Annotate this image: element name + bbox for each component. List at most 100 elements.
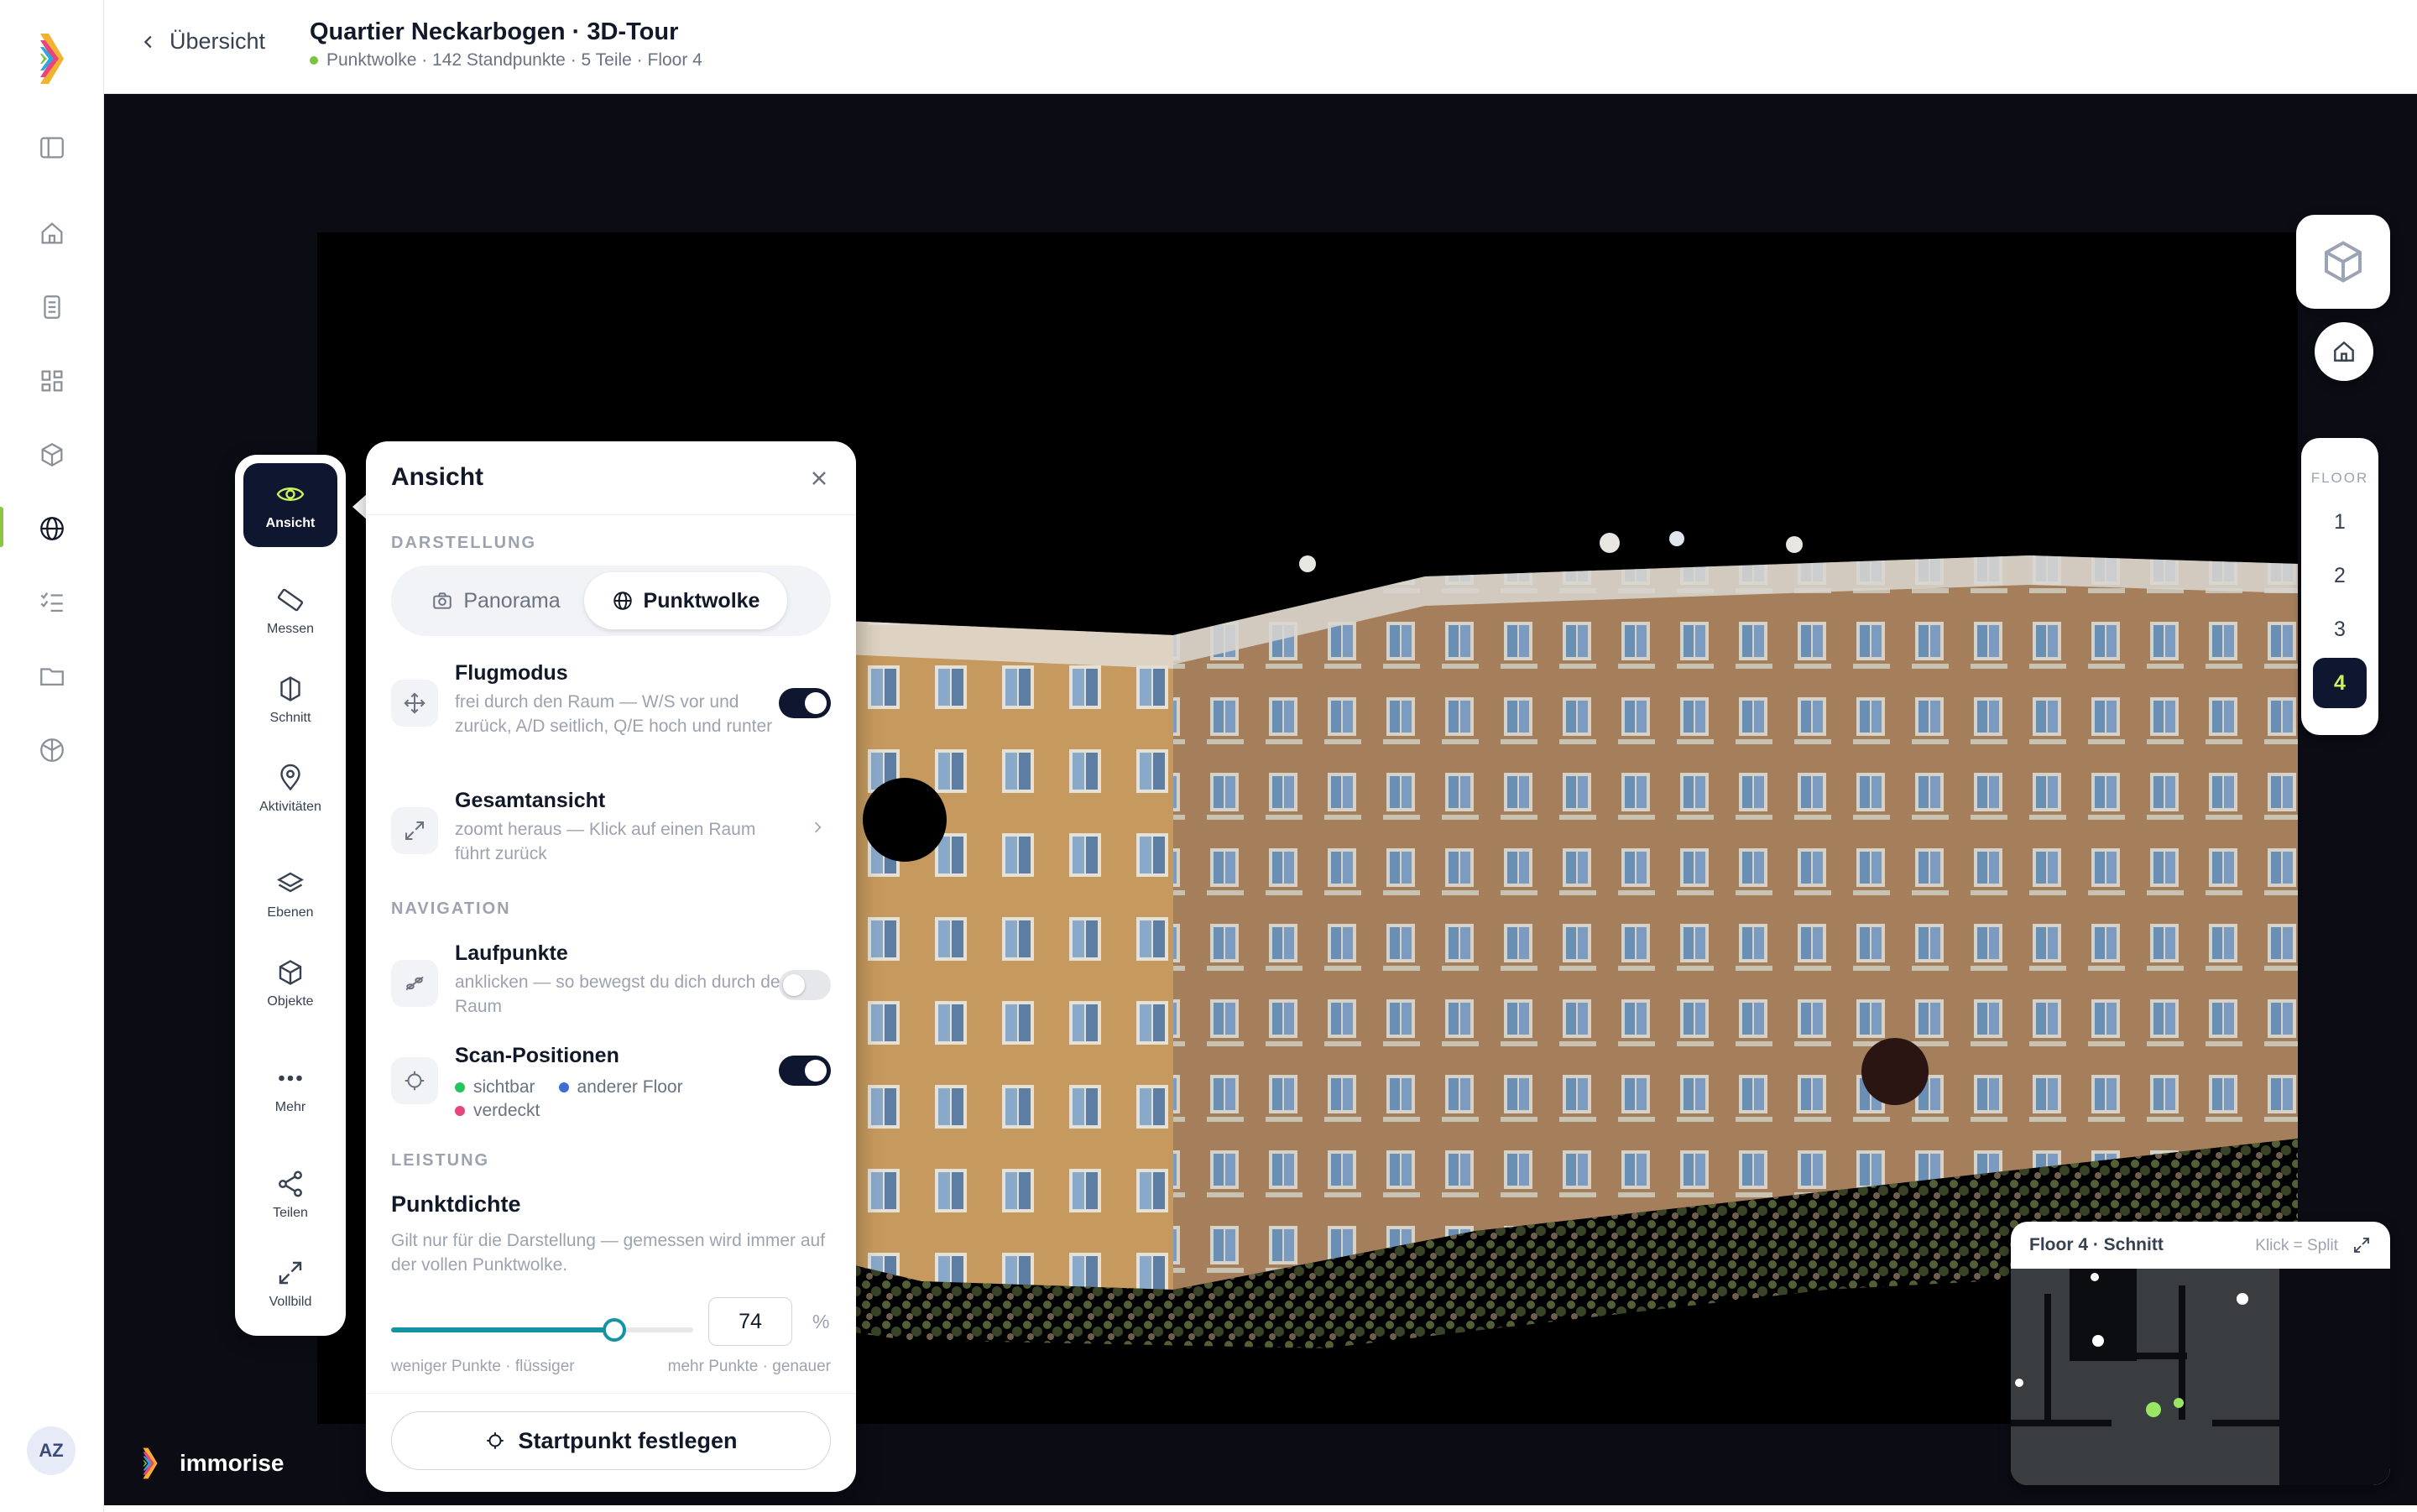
viewer-3d[interactable]: Ansicht Messen Schnitt Aktivitäten Ebene…	[104, 94, 2417, 1505]
startpunkt-button[interactable]: Startpunkt festlegen	[391, 1411, 831, 1470]
layers-icon	[277, 872, 304, 893]
scan-positionen-row: Scan-Positionen sichtbar anderer Floor v…	[391, 1044, 831, 1136]
seg-panorama[interactable]: Panorama	[398, 572, 594, 629]
gesamtansicht-title: Gesamtansicht	[455, 789, 606, 812]
tool-ansicht[interactable]: Ansicht	[243, 463, 337, 547]
legend-row: sichtbar anderer Floor	[455, 1077, 683, 1098]
legend-hidden: verdeckt	[473, 1101, 540, 1120]
floor-1[interactable]: 1	[2313, 497, 2367, 547]
home-icon[interactable]	[30, 211, 74, 255]
legend-dot-visible	[455, 1082, 465, 1092]
status-dot	[310, 56, 318, 65]
close-button[interactable]	[807, 467, 831, 490]
tool-label: Vollbild	[269, 1295, 312, 1309]
folder-icon[interactable]	[30, 654, 74, 698]
legend-dot-other-floor	[558, 1082, 569, 1092]
tool-objekte[interactable]: Objekte	[243, 941, 337, 1025]
brand-name: immorise	[180, 1450, 285, 1476]
gesamtansicht-row[interactable]: Gesamtansicht zoomt heraus — Klick auf e…	[391, 789, 831, 873]
floor-2[interactable]: 2	[2313, 550, 2367, 601]
tool-vollbild[interactable]: Vollbild	[243, 1242, 337, 1326]
move-icon	[391, 680, 438, 727]
slider-thumb[interactable]	[603, 1318, 627, 1342]
brand-logo-icon[interactable]	[37, 34, 67, 84]
seg-punktwolke-label: Punktwolke	[643, 588, 760, 613]
ansicht-panel: Ansicht DARSTELLUNG Panorama Punktwolke …	[366, 441, 856, 1492]
legend-row: verdeckt	[455, 1101, 540, 1121]
gesamtansicht-desc: zoomt heraus — Klick auf einen Raum führ…	[455, 820, 756, 863]
box-icon	[279, 960, 302, 985]
camera-icon	[433, 592, 452, 609]
tool-mehr[interactable]: Mehr	[243, 1047, 337, 1131]
ruler-icon	[277, 588, 304, 612]
chevron-right-icon	[809, 819, 826, 836]
share-icon	[279, 1170, 302, 1197]
tool-schnitt[interactable]: Schnitt	[243, 658, 337, 742]
chevron-left-icon	[144, 35, 152, 48]
punktdichte-input[interactable]: 74	[708, 1297, 792, 1346]
expand-icon	[391, 807, 438, 854]
minimap-floorplan[interactable]	[2011, 1269, 2279, 1485]
tool-rail: Ansicht Messen Schnitt Aktivitäten Ebene…	[235, 455, 346, 1336]
crosshair-icon	[391, 1057, 438, 1104]
cube-icon	[2325, 241, 2362, 283]
flugmodus-toggle[interactable]	[779, 688, 831, 718]
tool-messen[interactable]: Messen	[243, 569, 337, 653]
seg-punktwolke[interactable]: Punktwolke	[584, 572, 787, 629]
legend-visible: sichtbar	[473, 1077, 535, 1097]
tool-label: Teilen	[273, 1206, 308, 1220]
legend-other-floor: anderer Floor	[577, 1077, 683, 1097]
footsteps-icon	[391, 960, 438, 1007]
sidebar-toggle-icon[interactable]	[30, 126, 74, 169]
brand: immorise	[141, 1445, 285, 1482]
floor-4[interactable]: 4	[2313, 658, 2367, 708]
tool-teilen[interactable]: Teilen	[243, 1153, 337, 1237]
tool-ebenen[interactable]: Ebenen	[243, 852, 337, 936]
home-icon	[2334, 341, 2354, 362]
compass-icon[interactable]	[30, 728, 74, 772]
laufpunkte-row: Laufpunkte anklicken — so bewegst du dic…	[391, 941, 831, 1025]
tool-label: Schnitt	[269, 711, 311, 725]
page-title: Quartier Neckarbogen · 3D-Tour	[310, 18, 679, 45]
tool-aktivitaeten[interactable]: Aktivitäten	[243, 747, 337, 831]
legend-dot-hidden	[455, 1106, 465, 1116]
punktdichte-slider[interactable]	[391, 1316, 693, 1344]
laufpunkte-desc: anklicken — so bewegst du dich durch den…	[455, 972, 791, 1016]
panel-divider	[366, 1393, 856, 1394]
page-subtitle: Punktwolke · 142 Standpunkte · 5 Teile ·…	[310, 50, 702, 70]
punktdichte-title: Punktdichte	[391, 1191, 521, 1217]
grid-icon[interactable]	[30, 359, 74, 403]
back-button[interactable]: Übersicht	[139, 29, 265, 55]
avatar[interactable]: AZ	[27, 1426, 76, 1475]
bottom-strip	[104, 1505, 2417, 1512]
app-rail: AZ	[0, 0, 104, 1512]
scan-positionen-toggle[interactable]	[779, 1056, 831, 1086]
pin-icon	[280, 764, 300, 791]
cube-icon[interactable]	[30, 433, 74, 477]
toggle-knob	[783, 974, 805, 996]
punktdichte-desc: Gilt nur für die Darstellung — gemessen …	[391, 1231, 826, 1275]
panel-title: Ansicht	[391, 463, 484, 491]
document-icon[interactable]	[30, 285, 74, 329]
floor-3[interactable]: 3	[2313, 604, 2367, 654]
globe-icon	[613, 592, 632, 610]
laufpunkte-toggle[interactable]	[779, 970, 831, 1000]
toggle-knob	[805, 1060, 827, 1082]
globe-icon[interactable]	[30, 507, 74, 550]
floor-minimap[interactable]: Floor 4 · Schnitt Klick = Split	[2011, 1222, 2390, 1485]
scan-positionen-title: Scan-Positionen	[455, 1044, 619, 1067]
home-view-button[interactable]	[2315, 322, 2373, 381]
minimap-side	[2279, 1269, 2390, 1485]
view-cube-button[interactable]	[2296, 215, 2390, 309]
slider-max-label: mehr Punkte · genauer	[667, 1358, 831, 1375]
checklist-icon[interactable]	[30, 581, 74, 624]
expand-icon[interactable]	[2352, 1235, 2372, 1255]
tool-label: Ansicht	[265, 516, 316, 530]
tool-label: Objekte	[267, 994, 314, 1009]
subtitle-text: Punktwolke · 142 Standpunkte · 5 Teile ·…	[326, 50, 702, 70]
close-icon	[812, 472, 826, 485]
crosshair-icon	[487, 1432, 504, 1449]
flugmodus-title: Flugmodus	[455, 661, 568, 685]
panel-header: Ansicht	[366, 441, 856, 515]
laufpunkte-title: Laufpunkte	[455, 941, 568, 965]
